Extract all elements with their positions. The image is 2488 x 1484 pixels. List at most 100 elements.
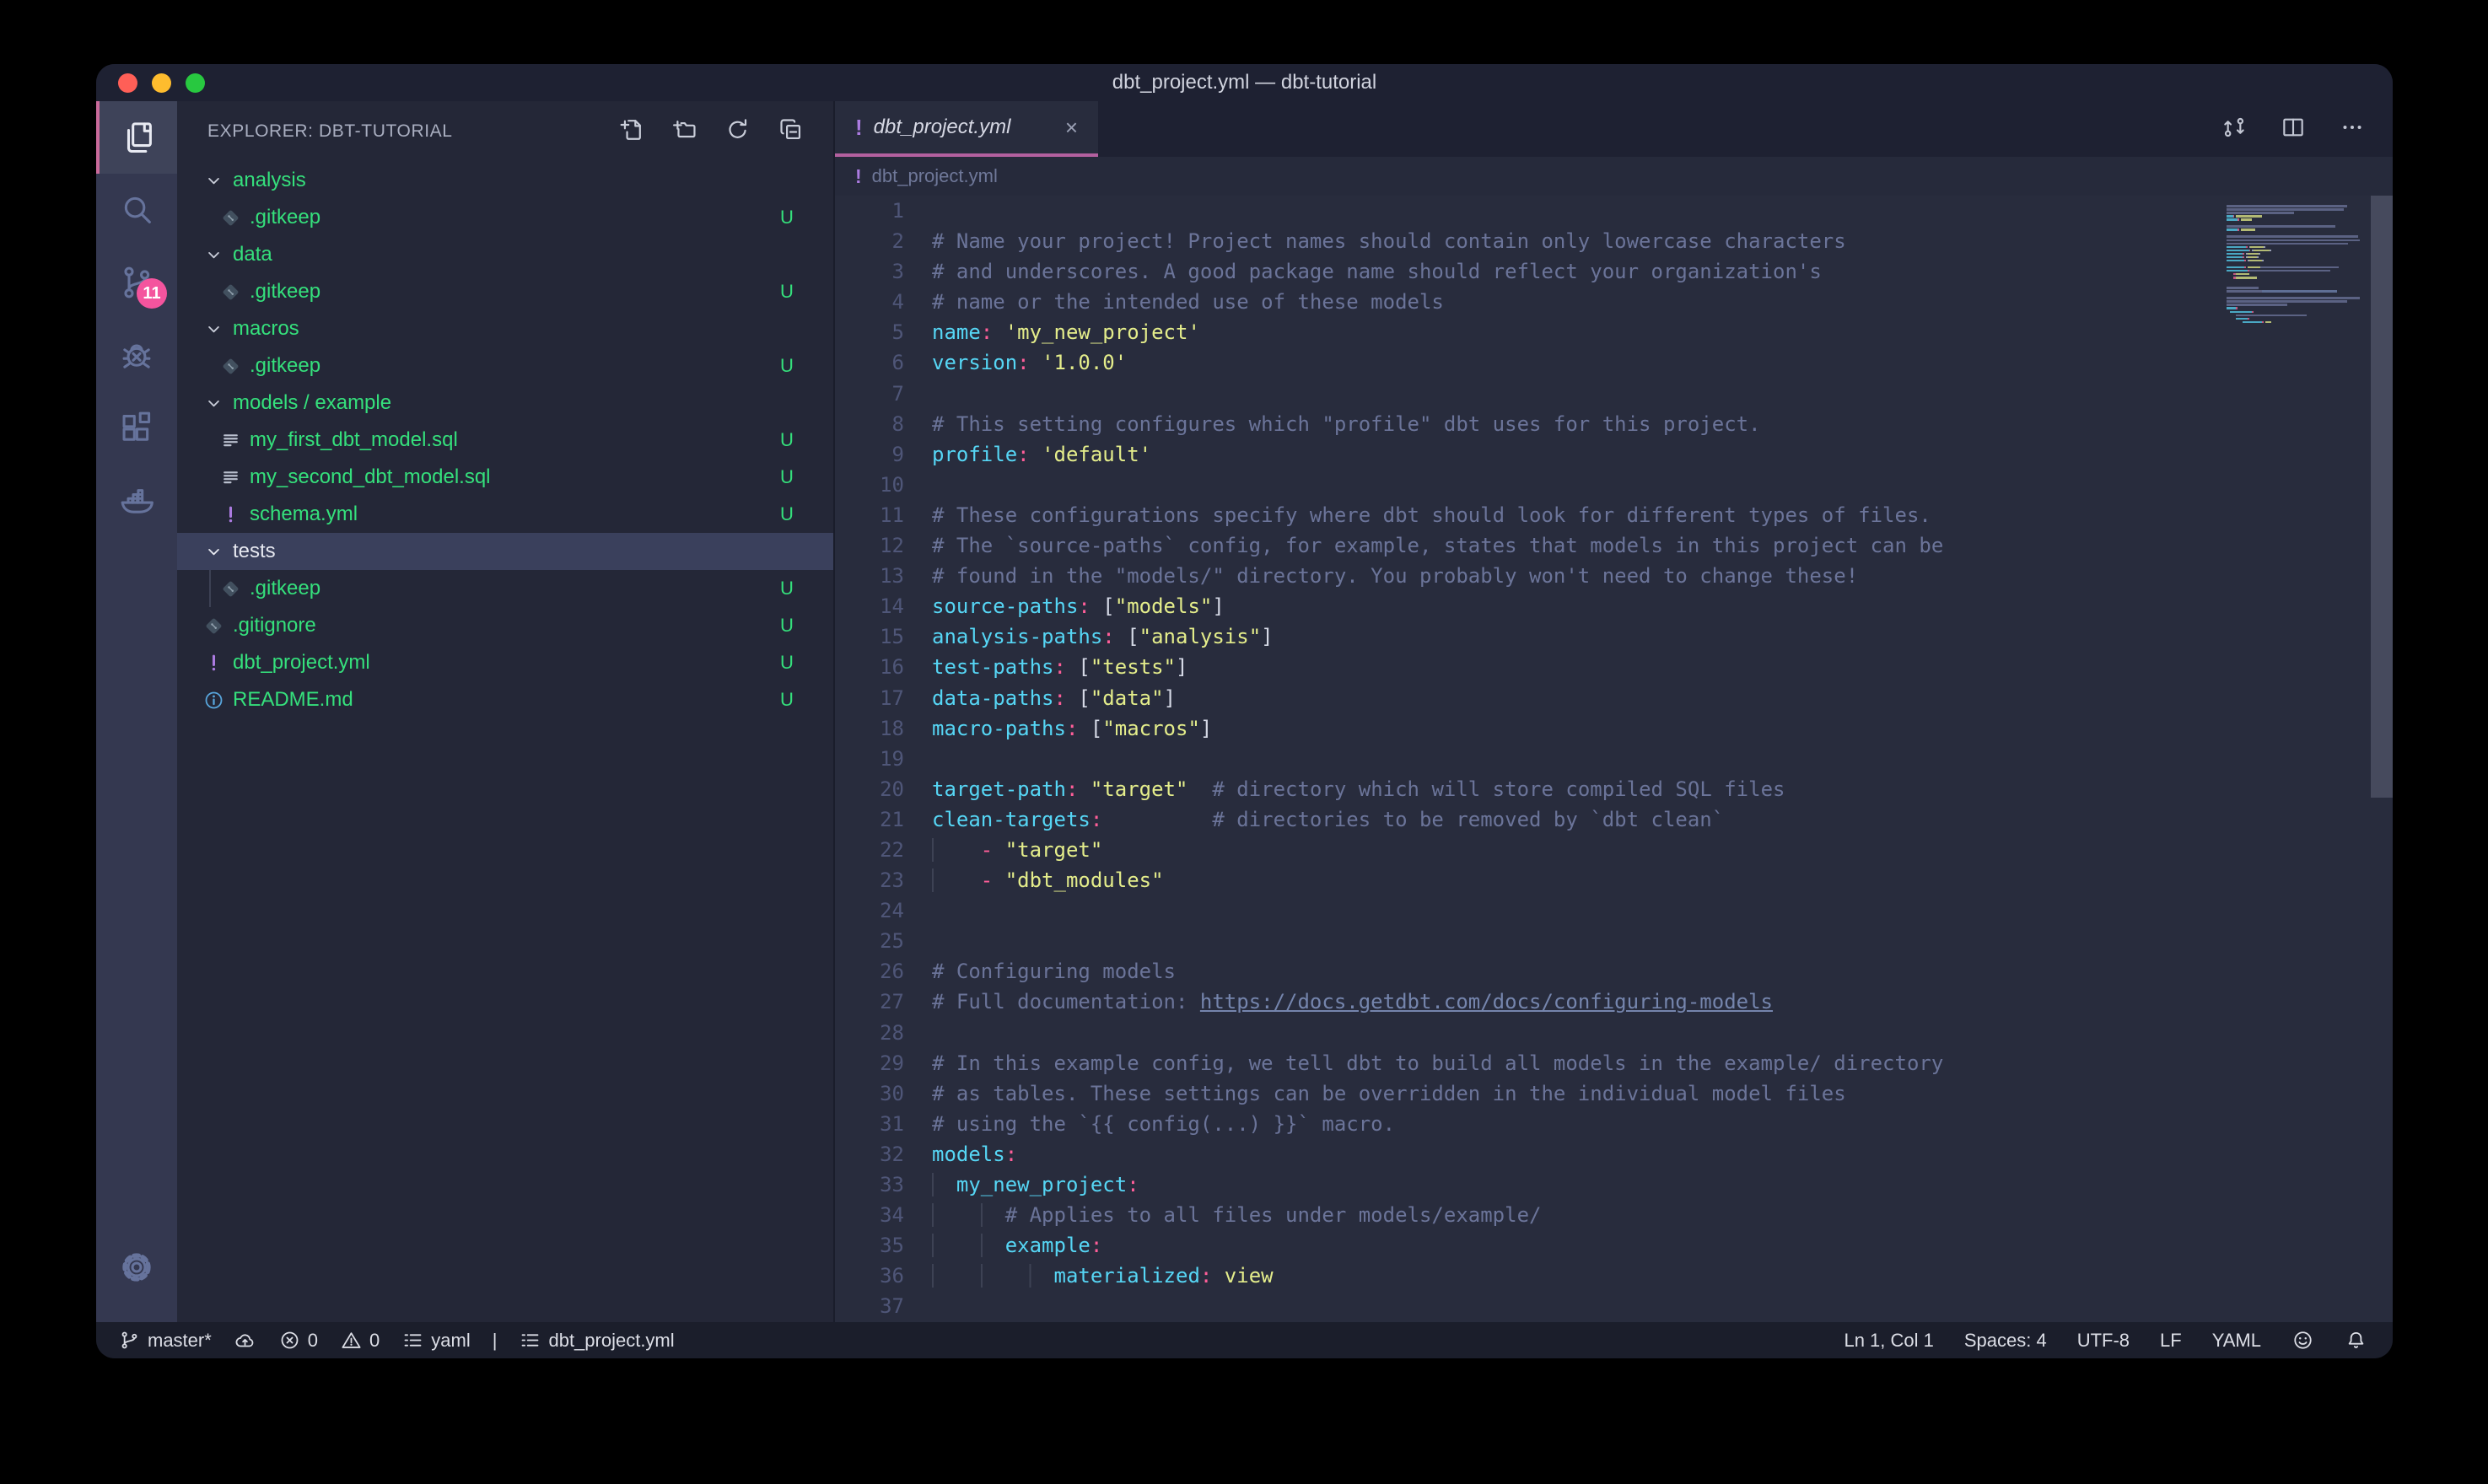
code-line-31[interactable]: 31# using the `{{ config(...) }}` macro. xyxy=(835,1109,2393,1139)
more-actions-button[interactable] xyxy=(2339,114,2366,145)
status-language-mode[interactable]: YAML xyxy=(2212,1330,2261,1352)
status-feedback[interactable] xyxy=(2291,1329,2314,1352)
code-line-16[interactable]: 16test-paths: ["tests"] xyxy=(835,652,2393,682)
line-number: 26 xyxy=(835,956,904,987)
code-line-29[interactable]: 29# In this example config, we tell dbt … xyxy=(835,1048,2393,1078)
minimize-window-button[interactable] xyxy=(152,73,171,93)
code-line-34[interactable]: 34 # Applies to all files under models/e… xyxy=(835,1200,2393,1230)
minimap[interactable] xyxy=(2227,201,2368,327)
code-line-22[interactable]: 22 - "target" xyxy=(835,835,2393,865)
tree-item-gitkeep[interactable]: .gitkeepU xyxy=(177,273,833,310)
breadcrumb[interactable]: ! dbt_project.yml xyxy=(835,157,2393,196)
code-line-27[interactable]: 27# Full documentation: https://docs.get… xyxy=(835,987,2393,1017)
tree-item-macros[interactable]: macros xyxy=(177,310,833,347)
activity-item-settings[interactable] xyxy=(96,1231,177,1304)
code-editor[interactable]: 12# Name your project! Project names sho… xyxy=(835,196,2393,1322)
doc-link[interactable]: https://docs.getdbt.com/docs/configuring… xyxy=(1200,990,1773,1014)
code-line-13[interactable]: 13# found in the "models/" directory. Yo… xyxy=(835,561,2393,591)
status-warning-count[interactable]: 0 xyxy=(340,1329,380,1352)
code-line-2[interactable]: 2# Name your project! Project names shou… xyxy=(835,226,2393,256)
status-publish-changes[interactable] xyxy=(234,1329,256,1352)
split-editor-button[interactable] xyxy=(2280,114,2307,145)
tree-item-dbt-project-yml[interactable]: dbt_project.ymlU xyxy=(177,644,833,681)
tree-item-readme-md[interactable]: README.mdU xyxy=(177,681,833,718)
tab-close-icon[interactable]: × xyxy=(1065,116,1078,138)
code-line-37[interactable]: 37 xyxy=(835,1291,2393,1321)
tree-item-my-second-dbt-model-sql[interactable]: my_second_dbt_model.sqlU xyxy=(177,459,833,496)
code-line-23[interactable]: 23 - "dbt_modules" xyxy=(835,865,2393,895)
tree-item-gitkeep[interactable]: .gitkeepU xyxy=(177,347,833,384)
code-line-14[interactable]: 14source-paths: ["models"] xyxy=(835,591,2393,621)
code-line-19[interactable]: 19 xyxy=(835,744,2393,774)
code-line-35[interactable]: 35 example: xyxy=(835,1230,2393,1261)
code-line-30[interactable]: 30# as tables. These settings can be ove… xyxy=(835,1078,2393,1109)
list-selection-icon xyxy=(401,1329,424,1352)
code-line-12[interactable]: 12# The `source-paths` config, for examp… xyxy=(835,530,2393,561)
status-error-count[interactable]: 0 xyxy=(278,1329,318,1352)
code-line-36[interactable]: 36 materialized: view xyxy=(835,1261,2393,1291)
collapse-folders-button[interactable] xyxy=(777,116,805,148)
close-window-button[interactable] xyxy=(118,73,137,93)
status-language-selector-yaml[interactable]: yaml xyxy=(401,1329,470,1352)
open-changes-button[interactable] xyxy=(2221,114,2248,145)
status-encoding[interactable]: UTF-8 xyxy=(2077,1330,2130,1352)
activity-item-source-control[interactable]: 11 xyxy=(96,246,177,319)
code-line-21[interactable]: 21clean-targets: # directories to be rem… xyxy=(835,804,2393,835)
zoom-window-button[interactable] xyxy=(186,73,205,93)
activity-item-search[interactable] xyxy=(96,174,177,246)
chevron-down-icon xyxy=(202,318,225,341)
status-notifications[interactable] xyxy=(2345,1329,2367,1352)
code-line-6[interactable]: 6version: '1.0.0' xyxy=(835,347,2393,378)
breadcrumb-file-label[interactable]: dbt_project.yml xyxy=(872,165,998,187)
tree-item-models-example[interactable]: models / example xyxy=(177,384,833,422)
line-number: 12 xyxy=(835,530,904,561)
status-eol[interactable]: LF xyxy=(2160,1330,2182,1352)
code-line-26[interactable]: 26# Configuring models xyxy=(835,956,2393,987)
status-language-mode-label: YAML xyxy=(2212,1330,2261,1352)
tree-item-data[interactable]: data xyxy=(177,236,833,273)
line-number: 18 xyxy=(835,713,904,744)
code-line-1[interactable]: 1 xyxy=(835,196,2393,226)
code-line-text: models: xyxy=(932,1139,1017,1169)
tree-item-gitkeep[interactable]: .gitkeepU xyxy=(177,570,833,607)
tree-item-schema-yml[interactable]: schema.ymlU xyxy=(177,496,833,533)
git-untracked-badge: U xyxy=(774,281,800,303)
new-file-button[interactable] xyxy=(617,116,645,148)
code-line-11[interactable]: 11# These configurations specify where d… xyxy=(835,500,2393,530)
status-branch-status[interactable]: master* xyxy=(118,1329,212,1352)
status-indentation[interactable]: Spaces: 4 xyxy=(1964,1330,2047,1352)
activity-item-explorer[interactable] xyxy=(96,101,177,174)
code-line-20[interactable]: 20target-path: "target" # directory whic… xyxy=(835,774,2393,804)
code-line-5[interactable]: 5name: 'my_new_project' xyxy=(835,317,2393,347)
editor-scrollbar[interactable] xyxy=(2371,196,2393,798)
file-tree: analysis.gitkeepUdata.gitkeepUmacros.git… xyxy=(177,162,833,1322)
status-active-file-status[interactable]: dbt_project.yml xyxy=(519,1329,674,1352)
code-line-32[interactable]: 32models: xyxy=(835,1139,2393,1169)
code-line-24[interactable]: 24 xyxy=(835,895,2393,926)
code-line-7[interactable]: 7 xyxy=(835,379,2393,409)
status-cursor-position[interactable]: Ln 1, Col 1 xyxy=(1844,1330,1933,1352)
activity-item-extensions[interactable] xyxy=(96,391,177,464)
code-line-28[interactable]: 28 xyxy=(835,1018,2393,1048)
code-line-3[interactable]: 3# and underscores. A good package name … xyxy=(835,256,2393,287)
tab-dbt-project-yml[interactable]: ! dbt_project.yml × xyxy=(835,101,1098,157)
code-line-8[interactable]: 8# This setting configures which "profil… xyxy=(835,409,2393,439)
tree-item-label: .gitignore xyxy=(233,614,316,637)
code-line-15[interactable]: 15analysis-paths: ["analysis"] xyxy=(835,621,2393,652)
new-folder-button[interactable] xyxy=(670,116,698,148)
activity-item-docker[interactable] xyxy=(96,464,177,536)
tree-item-my-first-dbt-model-sql[interactable]: my_first_dbt_model.sqlU xyxy=(177,422,833,459)
tree-item-tests[interactable]: tests xyxy=(177,533,833,570)
code-line-17[interactable]: 17data-paths: ["data"] xyxy=(835,683,2393,713)
code-line-25[interactable]: 25 xyxy=(835,926,2393,956)
code-line-4[interactable]: 4# name or the intended use of these mod… xyxy=(835,287,2393,317)
refresh-explorer-button[interactable] xyxy=(724,116,751,148)
tree-item-analysis[interactable]: analysis xyxy=(177,162,833,199)
code-line-33[interactable]: 33 my_new_project: xyxy=(835,1169,2393,1200)
tree-item-gitkeep[interactable]: .gitkeepU xyxy=(177,199,833,236)
code-line-9[interactable]: 9profile: 'default' xyxy=(835,439,2393,470)
activity-item-run-debug[interactable] xyxy=(96,319,177,391)
code-line-10[interactable]: 10 xyxy=(835,470,2393,500)
code-line-18[interactable]: 18macro-paths: ["macros"] xyxy=(835,713,2393,744)
tree-item-gitignore[interactable]: .gitignoreU xyxy=(177,607,833,644)
